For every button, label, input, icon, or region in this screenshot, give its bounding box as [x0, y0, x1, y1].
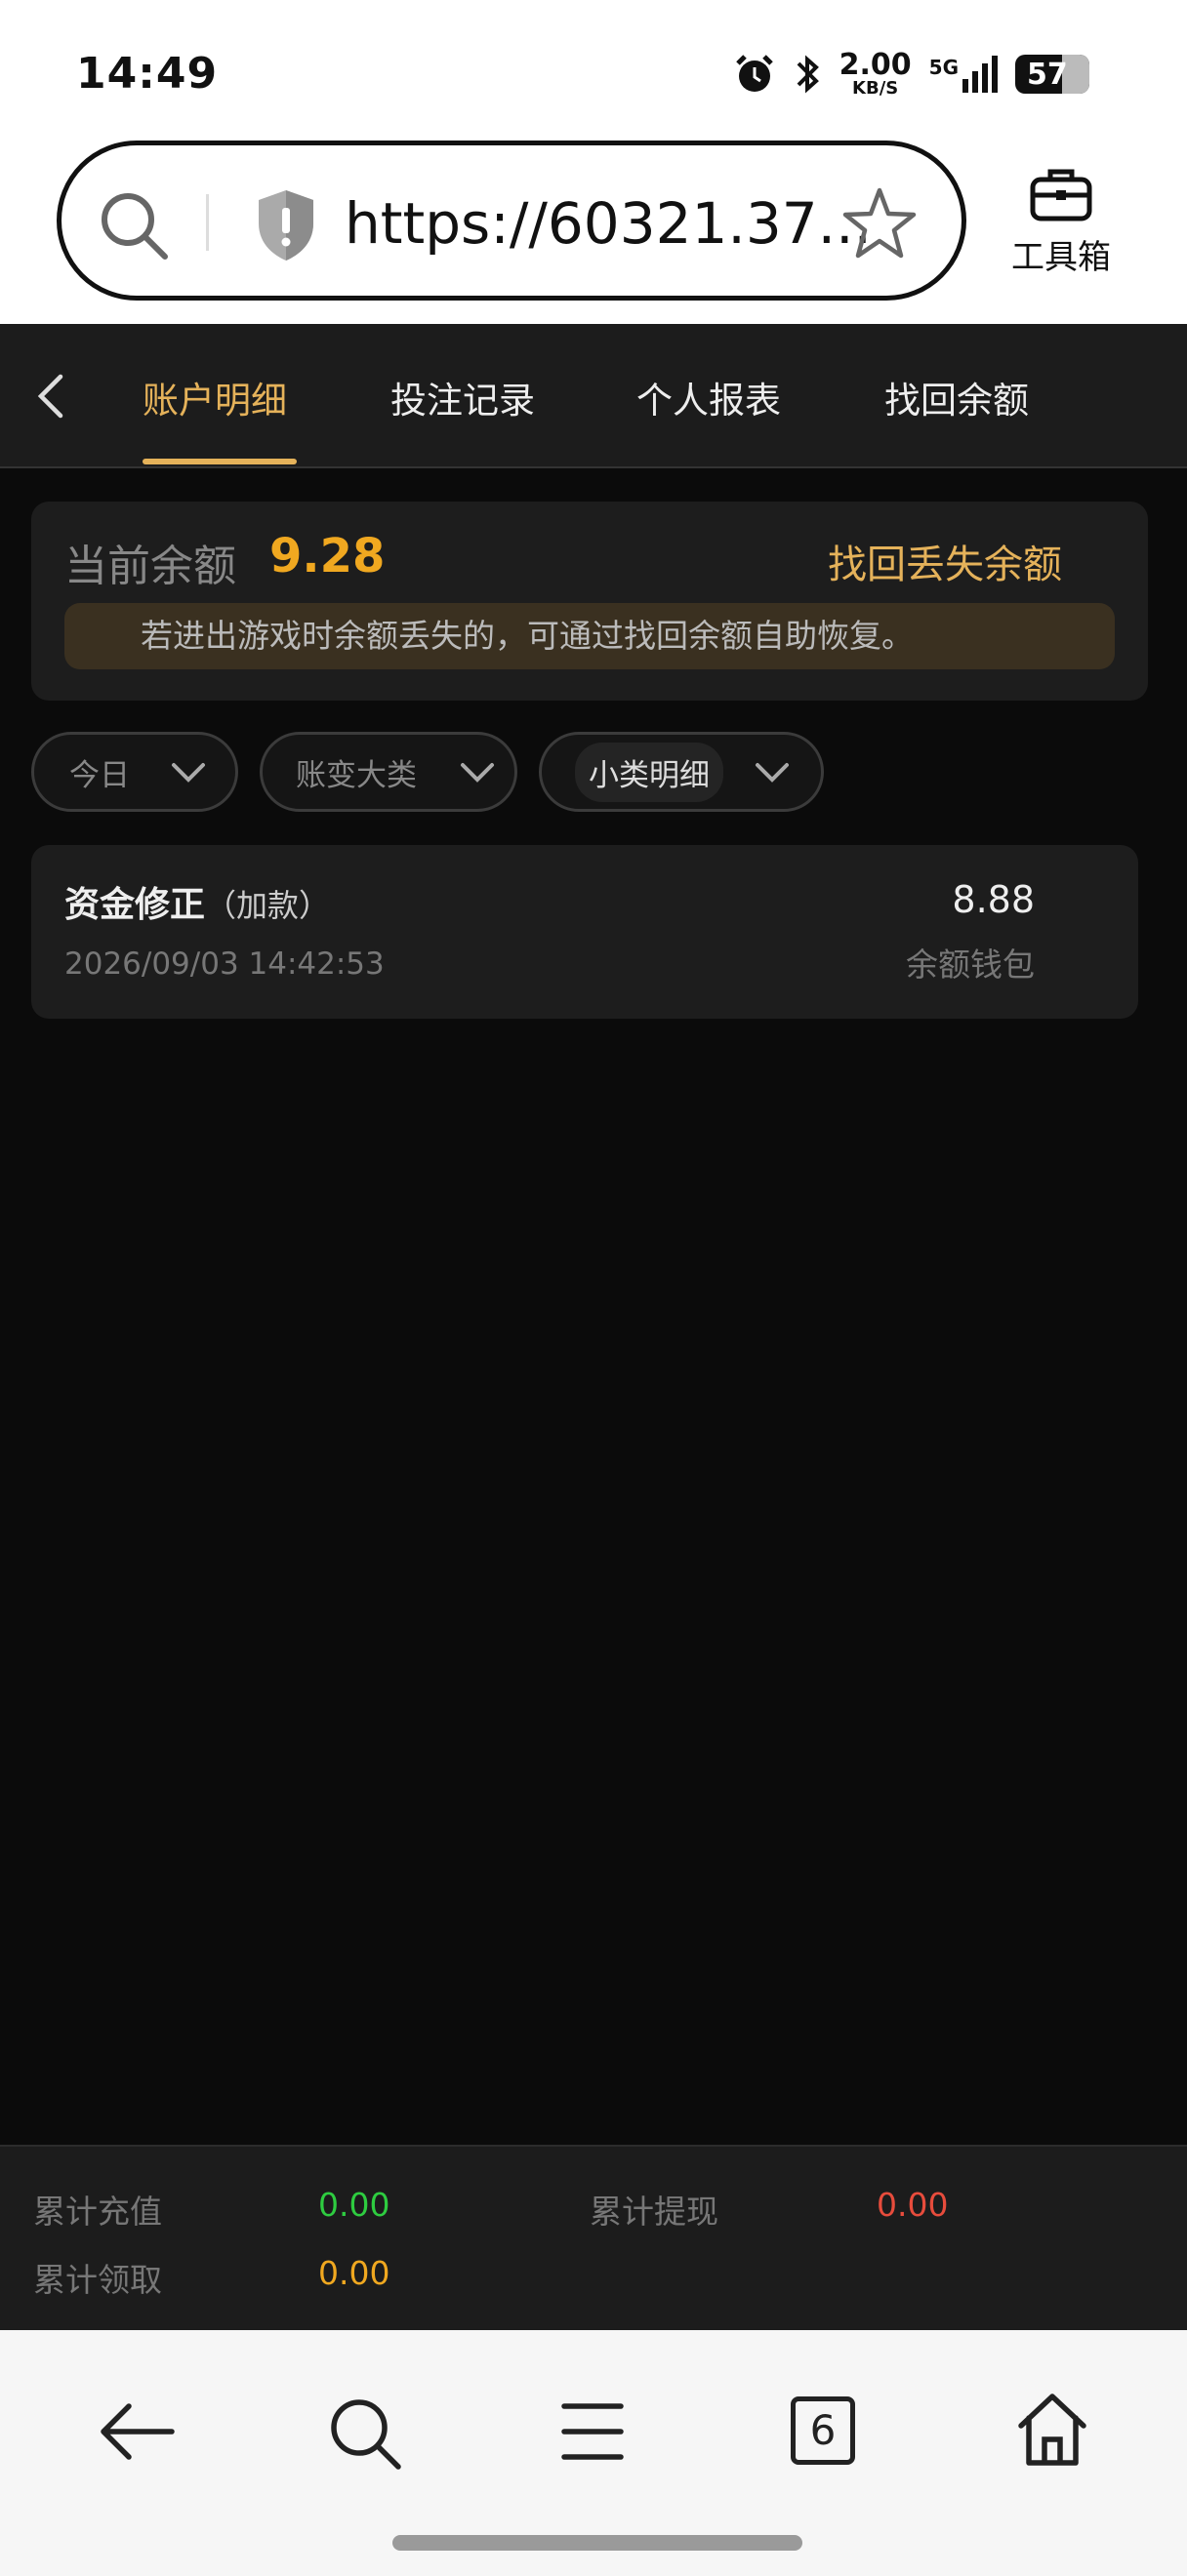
- filter-date-label: 今日: [69, 757, 130, 793]
- bookmark-star-icon[interactable]: [840, 184, 919, 262]
- record-type: 资金修正: [64, 885, 206, 925]
- network-speed: 2.00 KB/S: [839, 51, 912, 98]
- security-shield-icon[interactable]: [253, 186, 319, 264]
- bluetooth-icon: [797, 55, 819, 94]
- record-amount: 8.88: [952, 878, 1035, 921]
- recover-lost-balance-link[interactable]: 找回丢失余额: [828, 533, 1062, 589]
- status-bar: 14:49 2.00 KB/S 5G 57: [0, 0, 1187, 137]
- filter-subcategory-label: 小类明细: [575, 742, 723, 802]
- balance-value: 9.28: [269, 529, 386, 584]
- list-item[interactable]: 资金修正（加款） 2026/09/03 14:42:53 8.88 余额钱包: [31, 845, 1138, 1019]
- chevron-down-icon: [756, 763, 789, 783]
- balance-card: 当前余额 9.28 找回丢失余额 若进出游戏时余额丢失的，可通过找回余额自助恢复…: [31, 502, 1148, 701]
- network-type: 5G: [928, 56, 959, 79]
- tab-recover-balance[interactable]: 找回余额: [884, 371, 1029, 423]
- alarm-icon: [735, 55, 773, 92]
- tab-account-details[interactable]: 账户明细: [143, 371, 287, 423]
- record-subtype: （加款）: [205, 887, 331, 924]
- tab-personal-report[interactable]: 个人报表: [636, 371, 781, 423]
- address-bar[interactable]: https://60321.37...: [57, 141, 966, 301]
- toolbox-label: 工具箱: [1011, 238, 1111, 277]
- record-title: 资金修正（加款）: [64, 876, 330, 927]
- toolbox-icon: [1030, 169, 1092, 221]
- menu-icon[interactable]: [558, 2395, 627, 2469]
- net-speed-unit: KB/S: [852, 78, 899, 99]
- record-wallet: 余额钱包: [906, 946, 1035, 984]
- home-icon[interactable]: [1015, 2391, 1089, 2469]
- url-text[interactable]: https://60321.37...: [345, 190, 872, 257]
- tabs-button[interactable]: 6: [791, 2396, 855, 2465]
- record-time: 2026/09/03 14:42:53: [64, 946, 385, 982]
- net-speed-value: 2.00: [839, 48, 912, 82]
- filter-category-label: 账变大类: [296, 757, 417, 793]
- filter-category[interactable]: 账变大类: [260, 732, 517, 812]
- battery-level: 57: [1027, 57, 1068, 92]
- active-tab-indicator: [143, 459, 297, 464]
- browser-bottom-nav: 6: [0, 2330, 1187, 2576]
- chevron-down-icon: [172, 763, 205, 783]
- total-recharge-value: 0.00: [318, 2186, 390, 2224]
- total-claim-label: 累计领取: [33, 2261, 162, 2299]
- total-claim-value: 0.00: [318, 2254, 390, 2292]
- filter-subcategory[interactable]: 小类明细: [539, 732, 824, 812]
- filter-date[interactable]: 今日: [31, 732, 238, 812]
- back-chevron-icon[interactable]: [29, 369, 74, 423]
- totals-footer: 累计充值 0.00 累计提现 0.00 累计领取 0.00: [0, 2145, 1187, 2330]
- tab-bar: 账户明细 投注记录 个人报表 找回余额: [0, 324, 1187, 468]
- status-icons: 2.00 KB/S 5G 57: [732, 51, 1089, 98]
- search-icon[interactable]: [97, 188, 171, 262]
- browser-toolbar: https://60321.37... 工具箱: [0, 137, 1187, 324]
- signal-icon: 5G: [929, 56, 998, 93]
- balance-label: 当前余额: [64, 542, 236, 591]
- balance-notice: 若进出游戏时余额丢失的，可通过找回余额自助恢复。: [64, 603, 1115, 669]
- tab-bet-records[interactable]: 投注记录: [390, 371, 535, 423]
- total-withdraw-value: 0.00: [877, 2186, 949, 2224]
- status-time: 14:49: [76, 49, 219, 99]
- battery-icon: 57: [1015, 55, 1089, 94]
- search-icon[interactable]: [326, 2395, 404, 2473]
- total-withdraw-label: 累计提现: [590, 2193, 718, 2231]
- back-arrow-icon[interactable]: [96, 2395, 178, 2469]
- toolbox-button[interactable]: 工具箱: [1007, 166, 1115, 278]
- home-indicator[interactable]: [392, 2535, 802, 2551]
- url-divider: [206, 194, 209, 251]
- total-recharge-label: 累计充值: [33, 2193, 162, 2231]
- chevron-down-icon: [461, 763, 494, 783]
